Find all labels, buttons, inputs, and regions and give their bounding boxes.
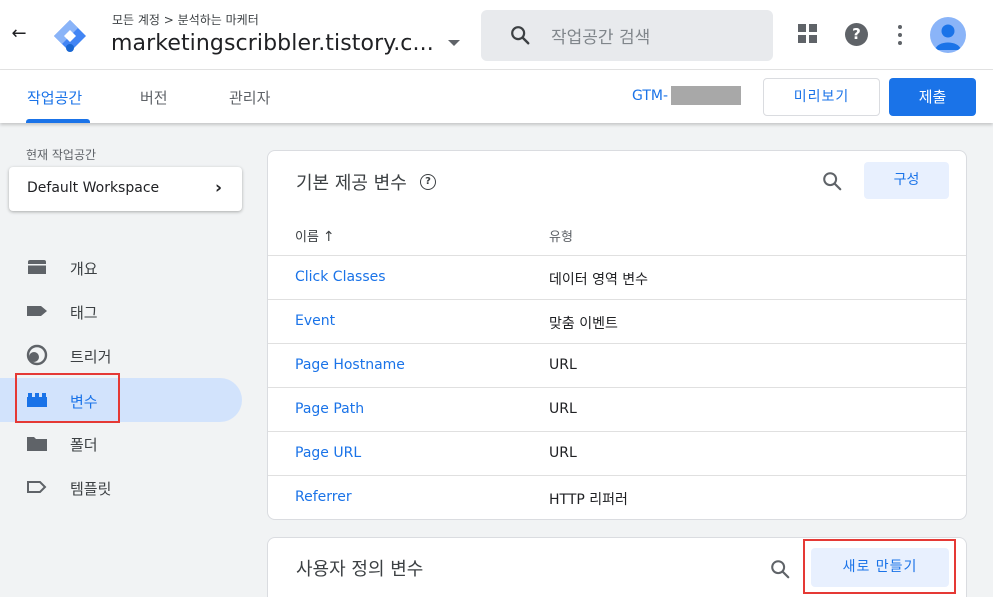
column-header-type: 유형	[549, 230, 573, 245]
tab-versions[interactable]: 버전	[140, 87, 168, 108]
sidebar-item-label: 폴더	[70, 436, 98, 454]
container-name[interactable]: marketingscribbler.tistory.c...	[111, 31, 434, 56]
sidebar-item-tags[interactable]: 태그	[0, 289, 242, 333]
variable-name-link[interactable]: Event	[295, 313, 335, 329]
arrow-up-icon: ↑	[322, 229, 335, 245]
highlight-box	[15, 373, 120, 423]
variable-name-link[interactable]: Page Hostname	[295, 357, 405, 373]
workspace-search-input[interactable]: 작업공간 검색	[481, 10, 773, 61]
search-placeholder: 작업공간 검색	[551, 28, 651, 48]
apps-grid-icon[interactable]	[798, 24, 818, 44]
workspace-subnav: 작업공간 버전 관리자 GTM- 미리보기 제출	[0, 70, 993, 123]
redacted-id-mask	[671, 86, 741, 105]
trigger-icon	[26, 344, 48, 366]
variable-type: URL	[549, 401, 577, 417]
overview-icon	[28, 260, 46, 274]
top-app-bar: ← 모든 계정 > 분석하는 마케터 marketingscribbler.ti…	[0, 0, 993, 70]
tab-workspace[interactable]: 작업공간	[27, 87, 82, 108]
variable-type: 데이터 영역 변수	[549, 272, 649, 288]
variable-name-link[interactable]: Click Classes	[295, 269, 386, 285]
sidebar-item-label: 태그	[70, 304, 98, 322]
sidebar-item-folders[interactable]: 폴더	[0, 421, 242, 465]
person-icon	[935, 24, 961, 50]
builtin-variables-card: 기본 제공 변수 ? 구성 이름 ↑ 유형 Click Classes 데이터 영…	[267, 150, 967, 520]
variable-name-link[interactable]: Page URL	[295, 445, 361, 461]
search-icon[interactable]	[821, 170, 843, 192]
sidebar-item-label: 개요	[70, 260, 98, 278]
configure-button[interactable]: 구성	[864, 162, 949, 199]
submit-button[interactable]: 제출	[889, 78, 976, 116]
workspace-name: Default Workspace	[27, 180, 160, 196]
variable-type: 맞춤 이벤트	[549, 316, 618, 332]
search-icon[interactable]	[769, 558, 791, 580]
variable-name-link[interactable]: Page Path	[295, 401, 364, 417]
active-tab-indicator	[26, 119, 90, 123]
breadcrumb[interactable]: 모든 계정 > 분석하는 마케터	[112, 11, 259, 28]
preview-button[interactable]: 미리보기	[763, 78, 880, 116]
workspace-selector[interactable]: Default Workspace ›	[9, 167, 242, 211]
table-row[interactable]: Event 맞춤 이벤트	[268, 299, 966, 343]
table-row[interactable]: Page Path URL	[268, 387, 966, 431]
table-row[interactable]: Page URL URL	[268, 431, 966, 475]
folder-icon	[27, 437, 47, 451]
sidebar-item-label: 트리거	[70, 348, 112, 366]
table-row[interactable]: Referrer HTTP 리퍼러	[268, 475, 966, 519]
container-id[interactable]: GTM-	[632, 88, 668, 104]
gtm-logo-icon	[54, 20, 86, 52]
tab-admin[interactable]: 관리자	[229, 87, 270, 108]
highlight-box	[803, 539, 956, 594]
container-dropdown-caret-icon[interactable]	[448, 40, 460, 46]
card-title: 기본 제공 변수	[296, 173, 407, 194]
help-icon[interactable]: ?	[845, 23, 868, 46]
back-arrow-icon[interactable]: ←	[8, 22, 30, 46]
template-icon	[27, 481, 47, 493]
chevron-right-icon: ›	[215, 178, 223, 198]
current-workspace-label: 현재 작업공간	[26, 148, 97, 162]
help-circle-icon[interactable]: ?	[420, 174, 436, 190]
variable-type: URL	[549, 357, 577, 373]
card-title: 사용자 정의 변수	[296, 559, 424, 580]
sidebar-item-label: 템플릿	[70, 480, 112, 498]
table-row[interactable]: Page Hostname URL	[268, 343, 966, 387]
sidebar-item-overview[interactable]: 개요	[0, 245, 242, 289]
sidebar-item-triggers[interactable]: 트리거	[0, 333, 242, 377]
variable-name-link[interactable]: Referrer	[295, 489, 352, 505]
search-icon	[511, 26, 530, 45]
variable-type: HTTP 리퍼러	[549, 492, 628, 508]
table-row[interactable]: Click Classes 데이터 영역 변수	[268, 255, 966, 299]
tag-icon	[27, 306, 47, 316]
variable-type: URL	[549, 445, 577, 461]
sidebar-item-templates[interactable]: 템플릿	[0, 465, 242, 509]
avatar[interactable]	[930, 17, 966, 53]
more-vert-icon[interactable]	[898, 25, 902, 45]
column-header-name[interactable]: 이름 ↑	[295, 226, 335, 245]
column-header-name-label: 이름	[295, 230, 319, 245]
